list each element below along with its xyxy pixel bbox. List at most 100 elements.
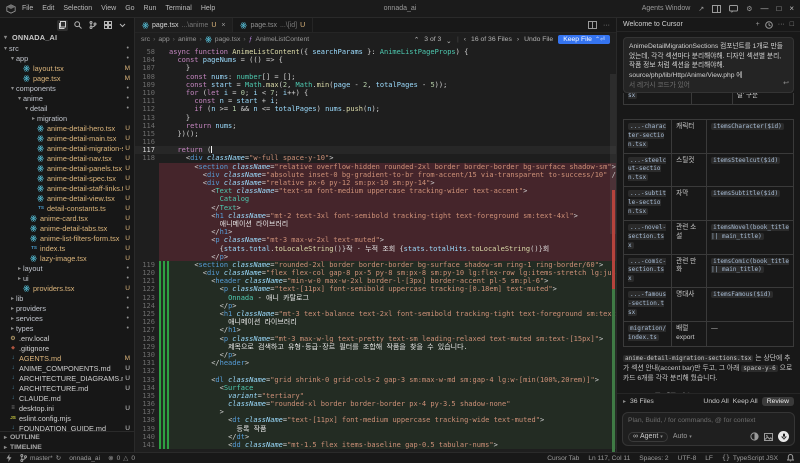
code-line-109[interactable]: 109 const start = Math.max(2, Math.min(p… (135, 81, 616, 89)
code-line-137[interactable]: 137 > (135, 408, 616, 416)
tree-folder-src[interactable]: ▾src• (0, 43, 134, 53)
code-area[interactable]: 58async function AnimeListContent({ sear… (135, 46, 616, 452)
tree-folder-lib[interactable]: ▸lib• (0, 293, 134, 303)
tree-file-ANIME_COMPONENTS.md[interactable]: ↓ANIME_COMPONENTS.mdU (0, 363, 134, 373)
settings-gear-icon[interactable]: ⚙ (746, 5, 752, 13)
tree-file-anime-detail-nav.tsx[interactable]: anime-detail-nav.tsxU (0, 153, 134, 163)
overview-ruler[interactable] (610, 74, 616, 452)
notifications-bell-icon[interactable] (787, 454, 794, 462)
code-line-112[interactable]: 112 if (n >= 1 && n <= totalPages) nums.… (135, 105, 616, 113)
code-line-116[interactable]: 116 (135, 138, 616, 146)
tree-file-.gitignore[interactable]: ◆.gitignore (0, 343, 134, 353)
eol-status[interactable]: LF (705, 455, 713, 462)
code-line-140[interactable]: 140 </dt> (135, 433, 616, 441)
prev-diff-icon[interactable]: ⌃ (414, 36, 420, 44)
tree-folder-detail[interactable]: ▾detail• (0, 103, 134, 113)
files-count[interactable]: 36 Files (630, 398, 654, 405)
code-line-104[interactable]: 104 const pageNums = (() => { (135, 56, 616, 64)
code-line-130[interactable]: 130 </p> (135, 351, 616, 359)
cursor-position-status[interactable]: Ln 117, Col 11 (588, 455, 630, 462)
tree-file-anime-detail-staff-links.tsx[interactable]: anime-detail-staff-links.tsxU (0, 183, 134, 193)
code-line-deleted[interactable]: 애니메이션 라이브러리 (135, 220, 616, 228)
code-line-114[interactable]: 114 return nums; (135, 122, 616, 130)
new-chat-icon[interactable]: + (756, 21, 760, 28)
undo-file-button[interactable]: Undo File (524, 36, 553, 43)
problems-status[interactable]: ⊗0 △0 (108, 454, 135, 462)
tree-file-lazy-image.tsx[interactable]: lazy-image.tsxU (0, 253, 134, 263)
tree-file-ARCHITECTURE_DIAGRAMS.md[interactable]: ↓ARCHITECTURE_DIAGRAMS.mdU (0, 373, 134, 383)
chat-tab-title[interactable]: Welcome to Cursor (623, 21, 683, 28)
code-line-118[interactable]: 118 <div className="w-full space-y-10"> (135, 154, 616, 162)
code-line-120[interactable]: 120 <div className="flex flex-col gap-8 … (135, 269, 616, 277)
voice-send-button[interactable] (778, 431, 789, 442)
code-line-124[interactable]: 124 </p> (135, 302, 616, 310)
menu-edit[interactable]: Edit (42, 5, 54, 12)
tree-file-anime-detail-tabs.tsx[interactable]: anime-detail-tabs.tsxU (0, 223, 134, 233)
review-button[interactable]: Review (762, 397, 794, 406)
editor-more-actions-icon[interactable]: ··· (603, 22, 610, 29)
code-line-111[interactable]: 111 const n = start + i; (135, 97, 616, 105)
image-attach-icon[interactable] (764, 433, 773, 441)
tree-file-anime-detail-spec.tsx[interactable]: anime-detail-spec.tsxU (0, 173, 134, 183)
tree-file-anime-card.tsx[interactable]: anime-card.tsxU (0, 213, 134, 223)
tree-folder-migration[interactable]: ▸migration (0, 113, 134, 123)
tree-file-index.ts[interactable]: TSindex.tsU (0, 243, 134, 253)
code-line-108[interactable]: 108 const nums: number[] = []; (135, 73, 616, 81)
tree-folder-anime[interactable]: ▾anime• (0, 93, 134, 103)
chat-more-icon[interactable]: ··· (778, 21, 785, 28)
menu-run[interactable]: Run (144, 5, 157, 12)
code-line-110[interactable]: 110 for (let i = 0; i < 7; i++) { (135, 89, 616, 97)
editor-tab-page.tsx[interactable]: page.tsx...\[id]U (233, 18, 313, 32)
tree-file-page.tsx[interactable]: page.tsxM (0, 73, 134, 83)
tree-folder-components[interactable]: ▾components• (0, 83, 134, 93)
sync-icon[interactable]: ↻ (56, 454, 62, 462)
more-views-chevron-icon[interactable] (117, 20, 128, 31)
breadcrumb-src[interactable]: src (141, 36, 150, 43)
menu-go[interactable]: Go (125, 5, 134, 12)
tree-folder-providers[interactable]: ▸providers• (0, 303, 134, 313)
breadcrumb-app[interactable]: app (158, 36, 169, 43)
tree-folder-layout[interactable]: ▸layout• (0, 263, 134, 273)
code-line-136[interactable]: 136 className="rounded-xl border border-… (135, 400, 616, 408)
breadcrumb-file[interactable]: page.tsx (215, 36, 241, 43)
code-line-129[interactable]: 129 제목으로 검색하고 유형·등급·장르 필터를 조합해 작품을 찾을 수 … (135, 343, 616, 351)
split-editor-icon[interactable] (588, 21, 597, 29)
tree-folder-app[interactable]: ▾app• (0, 53, 134, 63)
chat-close-icon[interactable]: □ (790, 21, 794, 28)
code-line-133[interactable]: 133 <dl className="grid shrink-0 grid-co… (135, 376, 616, 384)
resend-icon[interactable]: ↩ (783, 79, 789, 89)
tree-file-eslint.config.mjs[interactable]: JSeslint.config.mjs (0, 413, 134, 423)
search-icon[interactable] (72, 20, 83, 31)
breadcrumb-anime[interactable]: anime (178, 36, 197, 43)
close-button[interactable]: × (789, 4, 794, 13)
extensions-icon[interactable] (102, 20, 113, 31)
code-line-113[interactable]: 113 } (135, 114, 616, 122)
prev-file-icon[interactable]: ‹ (464, 36, 466, 43)
breadcrumb-symbol[interactable]: AnimeListContent (255, 36, 309, 43)
code-line-122[interactable]: 122 <p className="text-[11px] font-semib… (135, 285, 616, 293)
timeline-section[interactable]: ▸TIMELINE (0, 442, 134, 452)
maximize-button[interactable]: □ (776, 4, 781, 13)
code-line-135[interactable]: 135 variant="tertiary" (135, 392, 616, 400)
git-branch-status[interactable]: master* ↻ (20, 454, 61, 462)
code-line-131[interactable]: 131 </header> (135, 359, 616, 367)
cursor-tab-status[interactable]: Cursor Tab (547, 455, 579, 462)
code-line-121[interactable]: 121 <header className="min-w-0 max-w-2xl… (135, 277, 616, 285)
code-line-deleted[interactable]: <div className="absolute inset-0 bg-grad… (135, 171, 616, 179)
tree-file-detail-constants.ts[interactable]: TSdetail-constants.tsU (0, 203, 134, 213)
tree-folder-services[interactable]: ▸services• (0, 313, 134, 323)
code-line-138[interactable]: 138 <dt className="text-[11px] font-medi… (135, 416, 616, 424)
code-line-134[interactable]: 134 <Surface (135, 384, 616, 392)
code-line-deleted[interactable]: </h1> (135, 228, 616, 236)
tree-file-anime-detail-migration-sections.tsx[interactable]: anime-detail-migration-sections.tsxU (0, 143, 134, 153)
menu-terminal[interactable]: Terminal (165, 5, 191, 12)
keep-file-button[interactable]: Keep File⌃⏎ (558, 35, 610, 44)
tree-file-FOUNDATION_GUIDE.md[interactable]: ↓FOUNDATION_GUIDE.mdU (0, 423, 134, 431)
code-line-115[interactable]: 115 })(); (135, 130, 616, 138)
editor-tab-page.tsx-active[interactable]: page.tsx...\animeU× (135, 18, 233, 32)
code-line-128[interactable]: 128 <p className="mt-3 max-w-lg text-pre… (135, 335, 616, 343)
indentation-status[interactable]: Spaces: 2 (639, 455, 668, 462)
code-line-127[interactable]: 127 </h1> (135, 326, 616, 334)
tree-file-anime-detail-panels.tsx[interactable]: anime-detail-panels.tsxU (0, 163, 134, 173)
outline-section[interactable]: ▸OUTLINE (0, 432, 134, 442)
